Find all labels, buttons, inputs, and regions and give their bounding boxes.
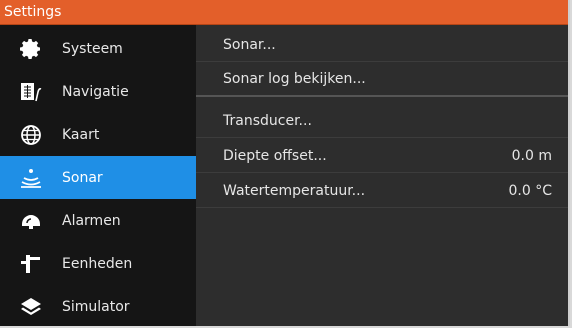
alarm-icon — [0, 209, 62, 233]
menu-item-transducer[interactable]: Transducer... — [196, 104, 568, 138]
menu-item-label: Transducer... — [223, 112, 312, 129]
settings-window: Settings Systeem Navigatie Kaart Sonar A… — [0, 0, 570, 326]
navigation-icon — [0, 80, 62, 104]
menu-item-label: Watertemperatuur... — [223, 182, 366, 199]
sidebar-item-systeem[interactable]: Systeem — [0, 27, 196, 70]
sonar-icon — [0, 166, 62, 190]
menu-item-label: Diepte offset... — [223, 147, 327, 164]
sidebar-item-alarmen[interactable]: Alarmen — [0, 199, 196, 242]
depth-offset-value: 0.0 m — [511, 147, 552, 164]
globe-icon — [0, 123, 62, 147]
sidebar-item-label: Simulator — [62, 298, 130, 315]
layers-icon — [0, 295, 62, 319]
water-temperature-value: 0.0 °C — [508, 182, 553, 199]
gear-icon — [0, 37, 62, 61]
sidebar-item-eenheden[interactable]: Eenheden — [0, 242, 196, 285]
sidebar-item-label: Systeem — [62, 40, 123, 57]
units-icon — [0, 252, 62, 276]
sidebar-item-label: Alarmen — [62, 212, 121, 229]
menu-item-label: Sonar... — [223, 36, 276, 53]
sidebar: Systeem Navigatie Kaart Sonar Alarmen Ee… — [0, 25, 205, 328]
sidebar-item-simulator[interactable]: Simulator — [0, 285, 196, 328]
window-title: Settings — [0, 0, 568, 25]
menu-item-diepte-offset[interactable]: Diepte offset... 0.0 m — [196, 139, 568, 173]
sidebar-item-label: Kaart — [62, 126, 100, 143]
sidebar-item-label: Eenheden — [62, 255, 133, 272]
menu-item-label: Sonar log bekijken... — [223, 71, 366, 87]
sidebar-item-sonar[interactable]: Sonar — [0, 156, 205, 199]
sidebar-item-kaart[interactable]: Kaart — [0, 113, 196, 156]
sidebar-item-label: Navigatie — [62, 83, 129, 100]
menu-item-sonar-log[interactable]: Sonar log bekijken... — [196, 63, 568, 97]
sonar-settings-panel: Sonar... Sonar log bekijken... Transduce… — [196, 25, 568, 326]
menu-item-sonar[interactable]: Sonar... — [196, 28, 568, 62]
sidebar-item-navigatie[interactable]: Navigatie — [0, 70, 196, 113]
sidebar-item-label: Sonar — [62, 169, 103, 186]
menu-item-watertemperatuur[interactable]: Watertemperatuur... 0.0 °C — [196, 174, 568, 208]
